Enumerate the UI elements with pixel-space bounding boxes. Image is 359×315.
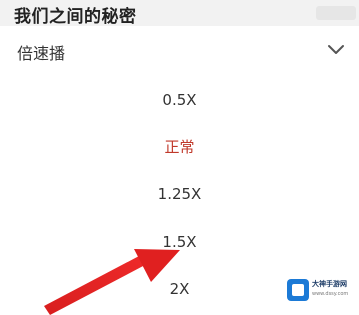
speed-option-1-25x[interactable]: 1.25X	[0, 179, 359, 209]
speed-option-1-5x[interactable]: 1.5X	[0, 227, 359, 257]
title-bar: 我们之间的秘密	[0, 0, 359, 27]
speed-panel-title: 倍速播	[17, 44, 66, 63]
chevron-down-icon[interactable]	[324, 40, 348, 60]
watermark-name: 大神手游网	[312, 280, 347, 288]
watermark-url: www.dssy.com	[312, 291, 349, 297]
speed-panel-header[interactable]: 倍速播	[0, 26, 359, 74]
speed-panel: 倍速播 0.5X 正常 1.25X 1.5X 2X	[0, 26, 359, 315]
watermark: 大神手游网 www.dssy.com	[287, 276, 357, 306]
speed-option-0-5x[interactable]: 0.5X	[0, 85, 359, 115]
video-title: 我们之间的秘密	[14, 7, 137, 27]
title-badge	[316, 6, 356, 20]
speed-option-normal[interactable]: 正常	[0, 132, 359, 162]
watermark-logo-icon	[287, 279, 309, 301]
